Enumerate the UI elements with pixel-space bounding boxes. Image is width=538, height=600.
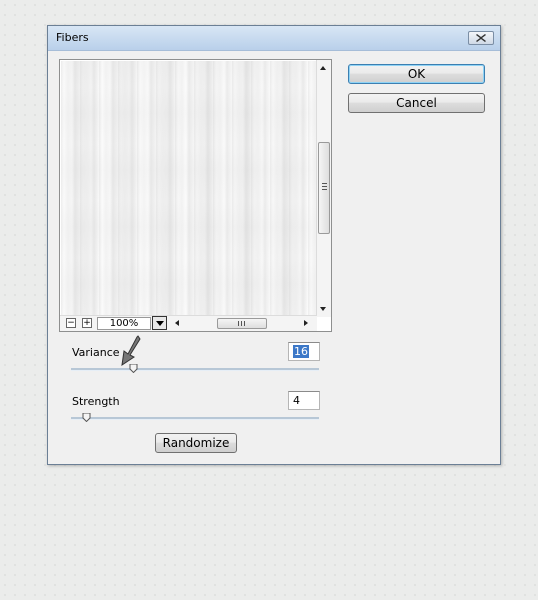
preview-toolbar: − + 100% <box>60 315 317 331</box>
variance-label: Variance <box>72 346 120 359</box>
scroll-down-arrow-icon[interactable] <box>320 307 326 311</box>
strength-slider-thumb[interactable] <box>82 413 91 422</box>
scroll-right-arrow-icon[interactable] <box>304 320 308 326</box>
close-icon <box>476 34 486 42</box>
vertical-scroll-thumb[interactable] <box>318 142 330 234</box>
zoom-dropdown-button[interactable] <box>152 316 167 330</box>
preview-image[interactable] <box>61 61 316 315</box>
title-bar[interactable]: Fibers <box>48 26 500 51</box>
scroll-left-arrow-icon[interactable] <box>175 320 179 326</box>
zoom-level-field[interactable]: 100% <box>97 317 151 330</box>
close-button[interactable] <box>468 31 494 45</box>
horizontal-scroll-thumb[interactable] <box>217 318 267 329</box>
zoom-out-button[interactable]: − <box>66 318 76 328</box>
strength-input[interactable]: 4 <box>288 391 320 410</box>
strength-value: 4 <box>293 394 300 407</box>
variance-value: 16 <box>293 345 309 358</box>
variance-input[interactable]: 16 <box>288 342 320 361</box>
plus-icon: + <box>83 318 91 328</box>
strength-slider-track[interactable] <box>71 417 319 420</box>
mouse-pointer-icon <box>121 335 141 367</box>
preview-panel: − + 100% <box>59 59 332 332</box>
strength-label: Strength <box>72 395 120 408</box>
preview-vertical-scrollbar[interactable] <box>316 60 331 317</box>
variance-slider-track[interactable] <box>71 368 319 371</box>
randomize-button[interactable]: Randomize <box>155 433 237 453</box>
scroll-up-arrow-icon[interactable] <box>320 66 326 70</box>
ok-button[interactable]: OK <box>348 64 485 84</box>
cancel-button[interactable]: Cancel <box>348 93 485 113</box>
minus-icon: − <box>67 318 75 328</box>
window-title: Fibers <box>56 31 89 44</box>
fibers-dialog: Fibers − + 100% OK Cancel Variance 16 St… <box>47 25 501 465</box>
zoom-in-button[interactable]: + <box>82 318 92 328</box>
